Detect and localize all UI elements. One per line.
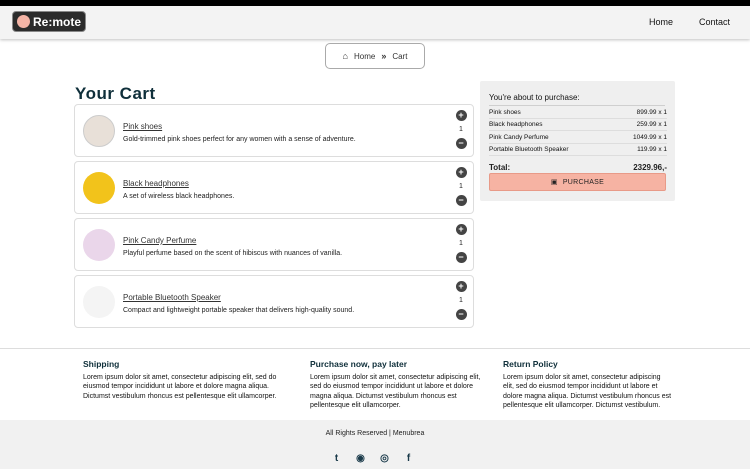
page-title: Your Cart: [75, 84, 156, 103]
order-summary: You're about to purchase: Pink shoes 899…: [480, 81, 675, 201]
summary-row: Black headphones 259.99 x 1: [489, 121, 667, 131]
instagram-icon[interactable]: ◎: [379, 453, 390, 464]
info-text: Lorem ipsum dolor sit amet, consectetur …: [310, 373, 481, 410]
product-name-link[interactable]: Portable Bluetooth Speaker: [123, 293, 221, 302]
social-links: t ◉ ◎ f: [331, 453, 414, 464]
breadcrumb-current: Cart: [392, 51, 408, 61]
breadcrumb-separator: »: [381, 51, 387, 61]
quantity-stepper: + 1 −: [455, 281, 467, 320]
quantity-value: 1: [459, 126, 463, 133]
info-pay-later: Purchase now, pay later Lorem ipsum dolo…: [310, 359, 490, 411]
summary-item-name: Pink shoes: [489, 109, 521, 116]
summary-item-price: 259.99 x 1: [636, 121, 667, 128]
footer: All Rights Reserved | Menubrea t ◉ ◎ f: [0, 420, 750, 469]
summary-total: Total: 2329.96,-: [489, 163, 667, 172]
product-name-link[interactable]: Pink Candy Perfume: [123, 236, 196, 245]
product-description: A set of wireless black headphones.: [123, 193, 235, 200]
cart-list: Pink shoes Gold-trimmed pink shoes perfe…: [74, 104, 474, 332]
info-title: Purchase now, pay later: [310, 359, 407, 369]
quantity-value: 1: [459, 183, 463, 190]
summary-item-name: Black headphones: [489, 121, 543, 128]
summary-row: Portable Bluetooth Speaker 119.99 x 1: [489, 146, 667, 156]
plus-icon[interactable]: +: [455, 167, 467, 178]
quantity-stepper: + 1 −: [455, 110, 467, 149]
nav-home-link[interactable]: Home: [649, 17, 673, 27]
total-value: 2329.96,-: [633, 163, 667, 172]
info-text: Lorem ipsum dolor sit amet, consectetur …: [83, 373, 277, 400]
nav-contact-link[interactable]: Contact: [699, 17, 730, 27]
summary-title: You're about to purchase:: [489, 93, 665, 106]
cart-item: Black headphones A set of wireless black…: [74, 161, 474, 214]
product-description: Compact and lightweight portable speaker…: [123, 307, 355, 314]
total-label: Total:: [489, 163, 511, 172]
cart-item: Pink shoes Gold-trimmed pink shoes perfe…: [74, 104, 474, 157]
product-description: Gold-trimmed pink shoes perfect for any …: [123, 136, 356, 143]
product-name-link[interactable]: Black headphones: [123, 179, 189, 188]
quantity-stepper: + 1 −: [455, 224, 467, 263]
summary-row: Pink Candy Perfume 1049.99 x 1: [489, 134, 667, 144]
minus-icon[interactable]: −: [455, 195, 467, 206]
product-thumbnail: [83, 286, 115, 318]
summary-item-price: 899.99 x 1: [636, 109, 667, 116]
quantity-value: 1: [459, 240, 463, 247]
product-name-link[interactable]: Pink shoes: [123, 122, 162, 131]
product-thumbnail: [83, 229, 115, 261]
home-icon[interactable]: ⌂: [343, 51, 348, 61]
facebook-icon[interactable]: f: [403, 453, 414, 464]
footer-rights: All Rights Reserved | Menubrea: [325, 430, 425, 437]
plus-icon[interactable]: +: [455, 281, 467, 292]
nav-links: Home Contact: [649, 17, 730, 27]
twitter-icon[interactable]: t: [331, 453, 342, 464]
purchase-button[interactable]: ▣ PURCHASE: [489, 173, 666, 191]
reddit-icon[interactable]: ◉: [355, 453, 366, 464]
minus-icon[interactable]: −: [455, 138, 467, 149]
cash-icon: ▣: [550, 179, 558, 186]
info-return-policy: Return Policy Lorem ipsum dolor sit amet…: [503, 359, 673, 411]
product-description: Playful perfume based on the scent of hi…: [123, 250, 343, 257]
logo-mark-icon: [17, 15, 30, 28]
logo-text: Re:mote: [33, 14, 82, 29]
summary-item-name: Pink Candy Perfume: [489, 134, 549, 141]
purchase-label: PURCHASE: [562, 178, 605, 186]
divider: [0, 348, 750, 349]
navbar: Re:mote Home Contact: [0, 6, 750, 39]
product-thumbnail: [83, 172, 115, 204]
summary-item-name: Portable Bluetooth Speaker: [489, 146, 569, 153]
minus-icon[interactable]: −: [455, 309, 467, 320]
quantity-stepper: + 1 −: [455, 167, 467, 206]
summary-item-price: 1049.99 x 1: [633, 134, 667, 141]
quantity-value: 1: [459, 297, 463, 304]
breadcrumb-home[interactable]: Home: [354, 52, 375, 61]
plus-icon[interactable]: +: [455, 110, 467, 121]
info-title: Shipping: [83, 359, 120, 369]
breadcrumb: ⌂ Home » Cart: [325, 43, 425, 69]
summary-item-price: 119.99 x 1: [637, 146, 667, 153]
info-shipping: Shipping Lorem ipsum dolor sit amet, con…: [83, 359, 283, 401]
info-text: Lorem ipsum dolor sit amet, consectetur …: [503, 373, 672, 410]
minus-icon[interactable]: −: [455, 252, 467, 263]
product-thumbnail: [83, 115, 115, 147]
cart-item: Portable Bluetooth Speaker Compact and l…: [74, 275, 474, 328]
logo[interactable]: Re:mote: [12, 11, 86, 32]
info-title: Return Policy: [503, 359, 558, 369]
cart-item: Pink Candy Perfume Playful perfume based…: [74, 218, 474, 271]
summary-row: Pink shoes 899.99 x 1: [489, 109, 667, 119]
plus-icon[interactable]: +: [455, 224, 467, 235]
